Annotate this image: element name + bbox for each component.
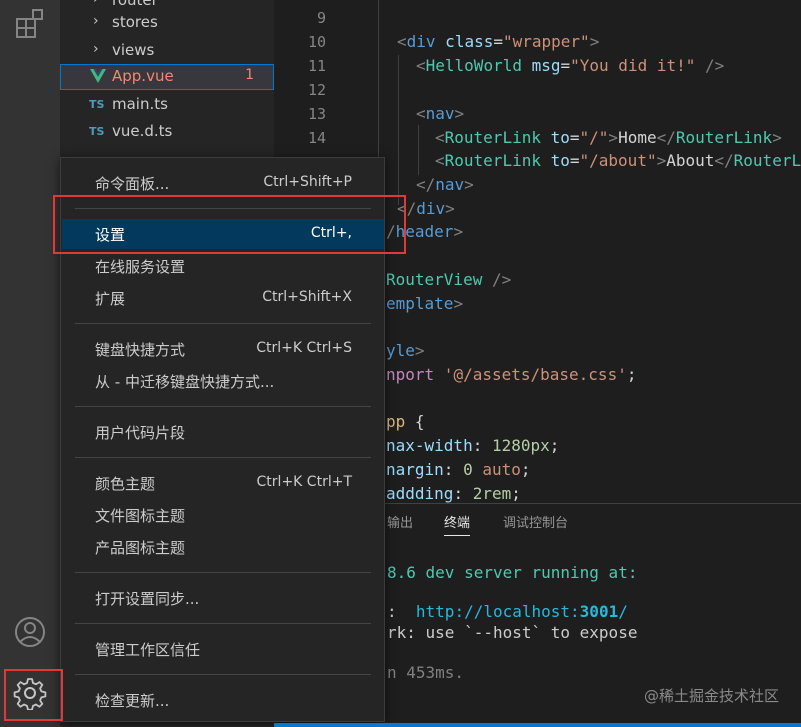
menu-item-label: 命令面板... <box>95 175 170 193</box>
extensions-icon[interactable] <box>0 0 60 48</box>
problem-count-badge: 1 <box>245 67 254 83</box>
chevron-right-icon: › <box>93 0 99 7</box>
tree-label: stores <box>112 13 158 31</box>
indent-guide <box>398 55 399 205</box>
menu-separator <box>75 323 371 324</box>
typescript-file-icon: TS <box>89 125 105 138</box>
line-number: 14 <box>307 129 326 147</box>
menu-item-label: 用户代码片段 <box>95 424 186 442</box>
code-line: RouterView /> <box>386 270 512 289</box>
menu-item-label: 从 - 中迁移键盘快捷方式... <box>95 373 275 391</box>
menu-separator <box>75 572 371 573</box>
code-line: </nav> <box>416 175 474 194</box>
line-number: 10 <box>307 33 326 51</box>
menu-item-shortcut: Ctrl+K Ctrl+T <box>256 474 352 490</box>
menu-item-migrate-keybindings[interactable]: 从 - 中迁移键盘快捷方式... <box>62 366 384 396</box>
code-line: <HelloWorld msg="You did it!" /> <box>416 56 725 75</box>
menu-item-label: 颜色主题 <box>95 475 156 493</box>
code-line: <div class="wrapper"> <box>397 32 600 51</box>
tree-folder-views[interactable]: › views <box>60 38 274 64</box>
menu-item-label: 产品图标主题 <box>95 539 186 557</box>
code-line: nport '@/assets/base.css'; <box>386 365 637 384</box>
code-line: yle> <box>386 341 425 360</box>
menu-item-workspace-trust[interactable]: 管理工作区信任 <box>62 634 384 664</box>
menu-item-label: 键盘快捷方式 <box>95 341 186 359</box>
watermark: @稀土掘金技术社区 <box>643 687 779 705</box>
typescript-file-icon: TS <box>89 98 105 111</box>
tab-debug-console[interactable]: 调试控制台 <box>503 512 568 531</box>
menu-item-shortcut: Ctrl+Shift+X <box>262 289 352 305</box>
menu-separator <box>75 674 371 675</box>
tree-label: vue.d.ts <box>112 122 173 140</box>
tree-file-main-ts[interactable]: TS main.ts <box>60 92 274 118</box>
tab-output[interactable]: 输出 <box>387 512 413 531</box>
menu-item-extensions[interactable]: 扩展 Ctrl+Shift+X <box>62 283 384 313</box>
menu-item-label: 打开设置同步... <box>95 590 200 608</box>
terminal-line: : http://localhost:3001/ <box>387 602 628 621</box>
code-line: nargin: 0 auto; <box>386 460 531 479</box>
menu-item-check-updates[interactable]: 检查更新... <box>62 685 384 715</box>
annotation-highlight-settings <box>53 195 406 254</box>
menu-separator <box>75 406 371 407</box>
code-line: nax-width: 1280px; <box>386 436 560 455</box>
code-line: emplate> <box>386 294 464 313</box>
menu-item-file-icon-theme[interactable]: 文件图标主题 <box>62 500 384 530</box>
line-number: 9 <box>316 9 326 27</box>
vue-file-icon <box>90 69 106 87</box>
menu-item-color-theme[interactable]: 颜色主题 Ctrl+K Ctrl+T <box>62 468 384 498</box>
code-line: <RouterLink to="/">Home</RouterLink> <box>435 128 782 147</box>
terminal-url[interactable]: http://localhost: <box>416 602 580 621</box>
line-number: 13 <box>307 105 326 123</box>
menu-item-command-palette[interactable]: 命令面板... Ctrl+Shift+P <box>62 168 384 198</box>
tree-file-app-vue[interactable]: App.vue 1 <box>60 64 274 90</box>
tree-label: router <box>112 0 158 9</box>
code-line: pp { <box>386 412 425 431</box>
menu-item-shortcut: Ctrl+K Ctrl+S <box>256 340 352 356</box>
menu-item-label: 在线服务设置 <box>95 258 186 276</box>
menu-item-label: 检查更新... <box>95 692 170 710</box>
indent-guide <box>418 125 419 175</box>
menu-item-label: 文件图标主题 <box>95 507 186 525</box>
menu-separator <box>75 457 371 458</box>
menu-item-user-snippets[interactable]: 用户代码片段 <box>62 417 384 447</box>
activity-bar <box>0 0 60 727</box>
terminal-line: 8.6 dev server running at: <box>387 563 638 582</box>
terminal-line: rk: use `--host` to expose <box>387 623 638 642</box>
tab-terminal[interactable]: 终端 <box>444 512 471 536</box>
menu-item-label: 管理工作区信任 <box>95 641 201 659</box>
account-icon[interactable] <box>0 608 60 656</box>
menu-item-settings-sync[interactable]: 打开设置同步... <box>62 583 384 613</box>
tree-file-vue-d-ts[interactable]: TS vue.d.ts <box>60 119 274 145</box>
tree-label: App.vue <box>112 67 174 85</box>
menu-item-shortcut: Ctrl+Shift+P <box>263 174 352 190</box>
menu-item-online-services[interactable]: 在线服务设置 <box>62 251 384 281</box>
menu-item-label: 扩展 <box>95 290 126 308</box>
menu-item-product-icon-theme[interactable]: 产品图标主题 <box>62 532 384 562</box>
line-number: 11 <box>307 57 326 75</box>
menu-item-keyboard-shortcuts[interactable]: 键盘快捷方式 Ctrl+K Ctrl+S <box>62 334 384 364</box>
chevron-right-icon: › <box>93 41 99 57</box>
code-line: <nav> <box>416 104 465 123</box>
code-line: <RouterLink to="/about">About</RouterL <box>435 151 801 170</box>
code-line: addding: 2rem; <box>386 484 521 503</box>
chevron-right-icon: › <box>93 13 99 29</box>
terminal-line: n 453ms. <box>387 663 465 682</box>
tree-label: views <box>112 41 155 59</box>
tree-folder-stores[interactable]: › stores <box>60 10 274 36</box>
status-bar <box>274 723 801 727</box>
annotation-highlight-gear <box>4 669 63 721</box>
menu-separator <box>75 623 371 624</box>
line-number: 12 <box>307 81 326 99</box>
tree-label: main.ts <box>112 95 168 113</box>
